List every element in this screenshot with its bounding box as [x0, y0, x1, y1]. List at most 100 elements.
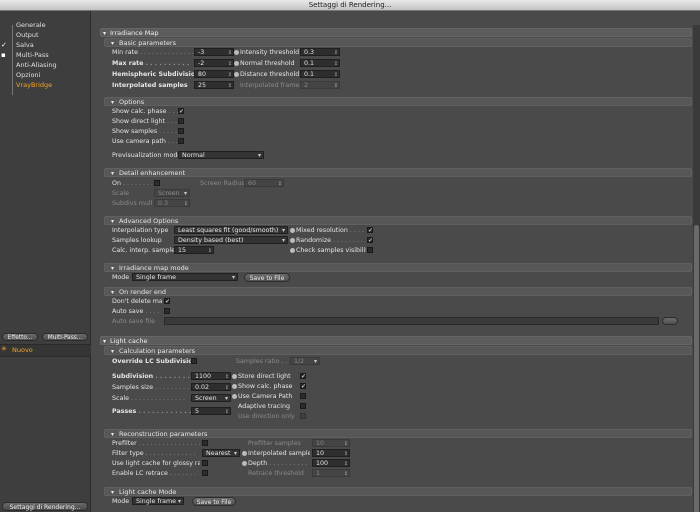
lc-show-calc-label: Show calc. phase — [238, 383, 293, 390]
auto-save-file-input[interactable] — [164, 317, 659, 325]
radio-icon — [234, 72, 239, 77]
auto-save-checkbox[interactable] — [164, 308, 170, 314]
scroll-thumb[interactable] — [694, 225, 699, 512]
radio-icon — [234, 50, 239, 55]
radio-icon — [290, 238, 295, 243]
normal-threshold-input[interactable]: 0.1 — [300, 59, 340, 68]
store-direct-label: Store direct light — [238, 373, 291, 380]
effect-button[interactable]: Effetto... — [2, 333, 38, 341]
sidebar-item-antialiasing[interactable]: Anti-Aliasing — [16, 61, 57, 70]
sidebar-item-multipass[interactable]: Multi-Pass — [16, 51, 49, 60]
detail-on-label: On . . . . . . . . . . — [112, 180, 152, 187]
lc-interp-samples-input[interactable]: 10 — [312, 449, 350, 458]
subdivs-mult-label: Subdivs mult. — [112, 200, 152, 207]
show-direct-checkbox[interactable] — [178, 118, 184, 124]
group-reconstruction-parameters[interactable]: Reconstruction parameters — [104, 429, 692, 439]
check-visibility-checkbox[interactable] — [367, 247, 373, 253]
preset-icon: ✳ — [1, 345, 7, 353]
irr-mode-select[interactable]: Single frame — [132, 273, 238, 282]
show-calc-checkbox[interactable]: ✓ — [178, 108, 184, 115]
lc-mode-select[interactable]: Single frame — [132, 497, 184, 506]
lc-save-to-file-button[interactable]: Save to File — [192, 497, 236, 506]
lc-retrace-checkbox[interactable] — [202, 470, 208, 476]
max-rate-label: Max rate . . . . . . . . . . . — [112, 60, 192, 67]
show-samples-checkbox[interactable] — [178, 128, 184, 134]
group-advanced-options[interactable]: Advanced Options — [104, 216, 692, 226]
sidebar-item-salva[interactable]: Salva — [16, 41, 34, 50]
intensity-threshold-input[interactable]: 0.3 — [300, 48, 340, 57]
dont-delete-map-checkbox[interactable]: ✓ — [164, 298, 170, 305]
filter-type-select[interactable]: Nearest — [202, 449, 240, 458]
interp-samples-input[interactable]: 25 — [194, 81, 234, 90]
interp-frames-input[interactable]: 2 — [300, 81, 340, 90]
lc-use-camera-checkbox[interactable] — [300, 393, 306, 399]
browse-file-button[interactable] — [662, 317, 678, 325]
use-camera-path-label: Use camera path . . . . . — [112, 138, 178, 145]
preset-item-nuovo[interactable]: Nuovo — [12, 346, 33, 354]
render-settings-button[interactable]: Settaggi di Rendering... — [2, 502, 88, 511]
retrace-threshold-input[interactable]: 1 — [312, 469, 350, 478]
sidebar-item-vraybridge[interactable]: VrayBridge — [16, 81, 52, 90]
sidebar: ✓ ▪ Generale Output Salva Multi-Pass Ant… — [0, 11, 91, 512]
window-title: Settaggi di Rendering... — [0, 0, 700, 11]
mixed-resolution-label: Mixed resolution . . . . . . — [296, 227, 366, 234]
lc-sample-size-input[interactable]: 0.02 — [191, 383, 231, 392]
prefilter-label: Prefilter . . . . . . . . . . . . . . . … — [112, 440, 200, 447]
group-detail-enhancement[interactable]: Detail enhancement — [104, 168, 692, 178]
interp-samples-label: Interpolated samples — [112, 82, 188, 89]
multipass-button[interactable]: Multi-Pass... — [42, 333, 88, 341]
samples-ratio-select[interactable]: 1/2 — [290, 357, 320, 366]
check-icon[interactable]: ✓ — [1, 41, 7, 49]
distance-threshold-input[interactable]: 0.1 — [300, 70, 340, 79]
adaptive-tracing-checkbox[interactable] — [300, 403, 306, 409]
tree-line — [12, 25, 13, 95]
checkbox-icon[interactable]: ▪ — [1, 51, 6, 59]
prefilter-samples-input[interactable]: 10 — [312, 439, 350, 448]
section-light-cache[interactable]: Light cache — [100, 336, 692, 346]
group-on-render-end[interactable]: On render end — [104, 287, 692, 297]
group-basic-parameters[interactable]: Basic parameters — [104, 38, 692, 48]
radio-icon — [232, 374, 237, 379]
depth-label: Depth . . . . . . . . . . . . — [248, 460, 310, 467]
prefilter-samples-label: Prefilter samples — [248, 440, 301, 447]
mixed-resolution-checkbox[interactable]: ✓ — [367, 227, 373, 234]
sidebar-item-output[interactable]: Output — [16, 31, 39, 40]
depth-input[interactable]: 100 — [312, 459, 350, 468]
lc-show-calc-checkbox[interactable]: ✓ — [300, 383, 306, 390]
detail-on-checkbox[interactable] — [154, 180, 160, 186]
sidebar-item-generale[interactable]: Generale — [16, 21, 46, 30]
calc-interp-input[interactable]: 15 — [174, 246, 214, 255]
screen-radius-input[interactable]: 60 — [244, 179, 284, 188]
adaptive-tracing-label: Adaptive tracing — [238, 403, 290, 410]
group-calculation-parameters[interactable]: Calculation parameters — [104, 346, 692, 356]
randomize-checkbox[interactable]: ✓ — [367, 237, 373, 244]
detail-scale-select[interactable]: Screen — [154, 189, 190, 198]
group-options[interactable]: Options — [104, 97, 692, 107]
lc-subdivision-input[interactable]: 1100 — [191, 372, 231, 381]
use-direction-checkbox[interactable] — [300, 413, 306, 419]
min-rate-input[interactable]: -3 — [194, 48, 234, 57]
irr-save-to-file-button[interactable]: Save to File — [244, 273, 290, 282]
group-irradiance-map-mode[interactable]: Irradiance map mode — [104, 263, 692, 273]
lc-scale-select[interactable]: Screen — [191, 394, 231, 403]
use-camera-path-checkbox[interactable] — [178, 138, 184, 144]
filter-type-label: Filter type . . . . . . . . . . . . . . … — [112, 450, 198, 457]
override-lc-checkbox[interactable] — [191, 358, 197, 364]
preview-mode-select[interactable]: Normal — [178, 151, 264, 160]
interp-frames-label: Interpolated frames — [240, 82, 300, 89]
sidebar-item-opzioni[interactable]: Opzioni — [16, 71, 40, 80]
glossy-rays-checkbox[interactable] — [202, 460, 208, 466]
samples-lookup-label: Samples lookup — [112, 237, 162, 244]
max-rate-input[interactable]: -2 — [194, 59, 234, 68]
prefilter-checkbox[interactable] — [202, 440, 208, 446]
scrollbar[interactable] — [693, 25, 700, 512]
group-light-cache-mode[interactable]: Light cache Mode — [104, 487, 692, 497]
subdivs-mult-input[interactable]: 0.3 — [154, 199, 190, 208]
interp-type-select[interactable]: Least squares fit (good/smooth) — [174, 226, 288, 235]
samples-lookup-select[interactable]: Density based (best) — [174, 236, 288, 245]
lc-passes-input[interactable]: 5 — [191, 407, 231, 416]
hemi-subdivision-input[interactable]: 80 — [194, 70, 234, 79]
section-irradiance-map[interactable]: Irradiance Map — [100, 28, 692, 38]
main-panel: Irradiance Map Basic parameters Min rate… — [92, 11, 700, 512]
store-direct-checkbox[interactable]: ✓ — [300, 373, 306, 380]
